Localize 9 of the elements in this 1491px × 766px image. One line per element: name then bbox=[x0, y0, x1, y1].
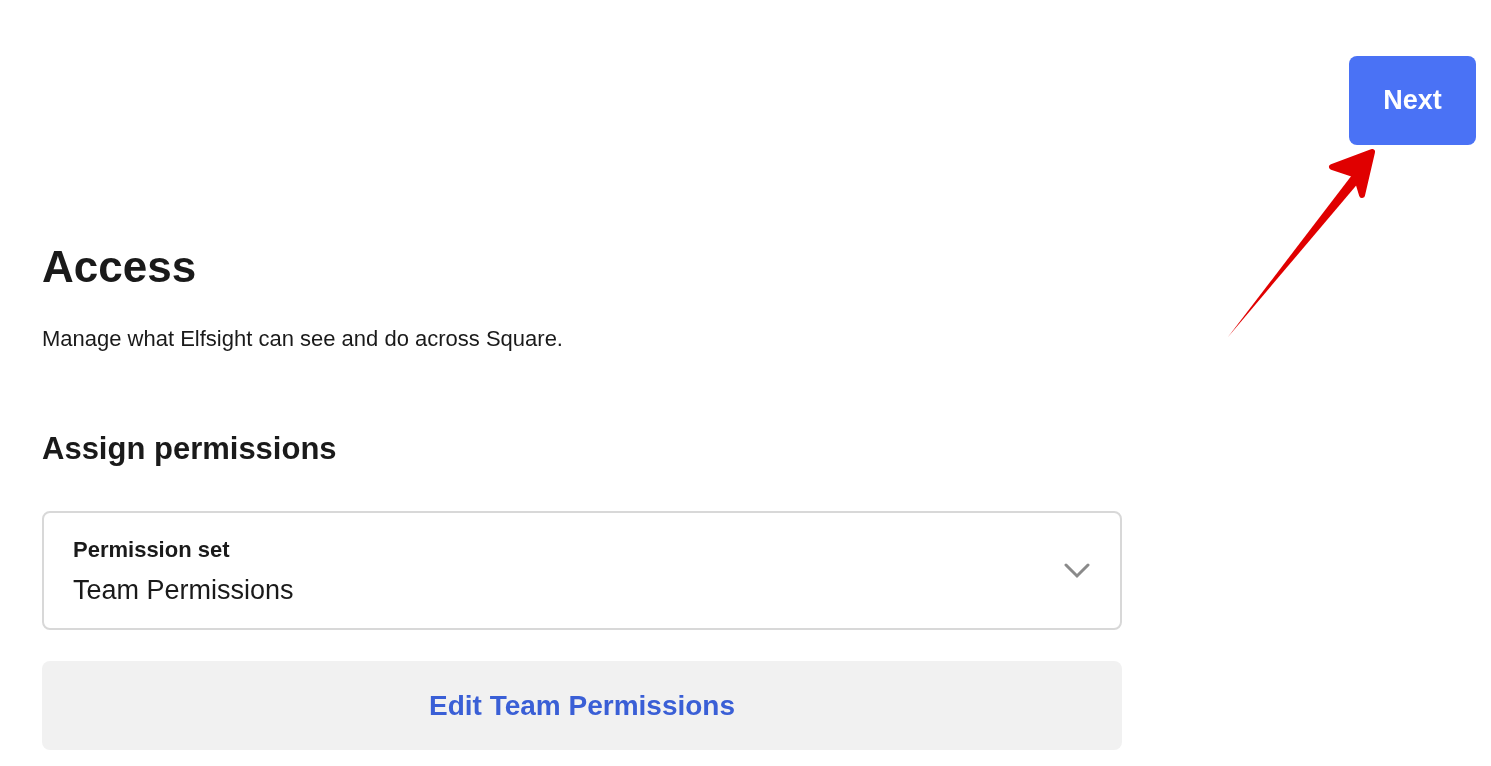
edit-permissions-button[interactable]: Edit Team Permissions bbox=[42, 661, 1122, 750]
description-text: Manage what Elfsight can see and do across Square. bbox=[42, 325, 563, 353]
field-label: Permission set bbox=[73, 535, 230, 564]
next-button[interactable]: Next bbox=[1349, 56, 1476, 145]
field-value: Team Permissions bbox=[73, 573, 294, 606]
page-title: Access bbox=[42, 241, 197, 293]
permission-set-dropdown[interactable]: Permission set Team Permissions bbox=[42, 511, 1122, 630]
section-title: Assign permissions bbox=[42, 430, 337, 468]
chevron-down-icon bbox=[1064, 562, 1090, 579]
